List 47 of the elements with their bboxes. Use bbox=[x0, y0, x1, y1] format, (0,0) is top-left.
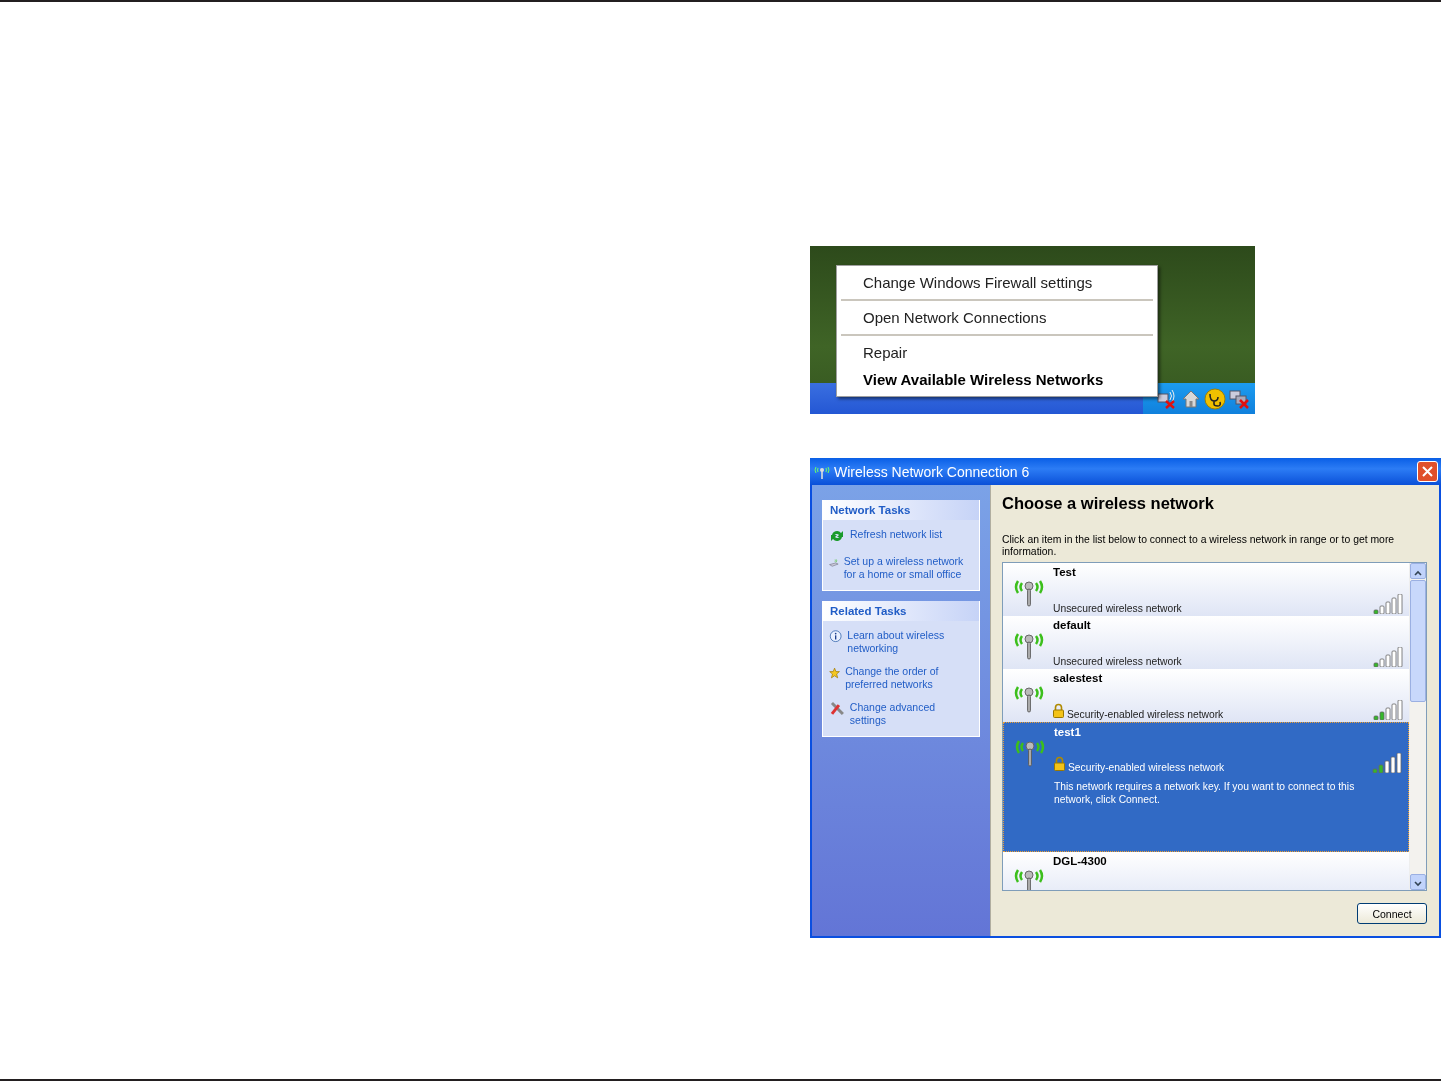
network-name: default bbox=[1053, 619, 1092, 631]
signal-strength-icon bbox=[1372, 753, 1402, 773]
network-security-status: Unsecured wireless network bbox=[1053, 656, 1182, 667]
caret-down-icon bbox=[1414, 881, 1422, 887]
menu-item[interactable]: View Available Wireless Networks bbox=[841, 366, 1153, 393]
wireless-disconnected-icon[interactable] bbox=[1156, 388, 1178, 409]
network-name: Test bbox=[1053, 566, 1077, 578]
task-link[interactable]: Change the order of preferred networks bbox=[845, 665, 973, 690]
scroll-up-button[interactable] bbox=[1410, 563, 1426, 579]
signal-strength-icon bbox=[1373, 594, 1403, 614]
refresh-icon bbox=[829, 528, 845, 544]
task-group-title: Network Tasks bbox=[823, 500, 979, 520]
menu-item[interactable]: Open Network Connections bbox=[841, 304, 1153, 331]
close-button[interactable] bbox=[1417, 461, 1438, 482]
network-security-status: Security-enabled wireless network bbox=[1067, 709, 1224, 720]
stethoscope-icon[interactable] bbox=[1204, 387, 1226, 410]
menu-item[interactable]: Change Windows Firewall settings bbox=[841, 269, 1153, 296]
connect-button[interactable]: Connect bbox=[1357, 903, 1427, 924]
padlock-icon bbox=[1054, 756, 1065, 771]
instructions-text: Click an item in the list below to connect to a wireless network in range or to get more information. bbox=[1002, 534, 1396, 558]
close-icon bbox=[1422, 466, 1433, 477]
network-disconnected-icon[interactable] bbox=[1229, 388, 1251, 409]
task-group-title: Related Tasks bbox=[823, 601, 979, 621]
caret-up-icon bbox=[1414, 570, 1422, 576]
info-icon bbox=[829, 629, 843, 645]
menu-item[interactable]: Repair bbox=[841, 339, 1153, 366]
antenna-icon bbox=[813, 464, 831, 479]
network-name: DGL-4300 bbox=[1053, 855, 1108, 867]
network-name: salestest bbox=[1053, 672, 1104, 684]
task-link[interactable]: Learn about wireless networking bbox=[847, 629, 973, 654]
star-icon bbox=[829, 665, 841, 681]
signal-strength-icon bbox=[1373, 647, 1403, 667]
signal-strength-icon bbox=[1373, 700, 1403, 720]
scrollbar[interactable] bbox=[1409, 563, 1426, 890]
task-link[interactable]: Change advanced settings bbox=[849, 701, 973, 726]
scroll-down-button[interactable] bbox=[1410, 874, 1426, 890]
network-details-text: This network requires a network key. If you want to connect to this network, click Connect. bbox=[1054, 781, 1356, 806]
network-list-item[interactable]: test1 Security-enabled wireless network This network requires a network key. If you want to connect to this network, click Connect. bbox=[1003, 722, 1409, 852]
padlock-icon bbox=[1053, 703, 1064, 718]
heading: Choose a wireless network bbox=[1002, 494, 1215, 513]
scroll-thumb[interactable] bbox=[1410, 580, 1426, 702]
network-name: test1 bbox=[1054, 726, 1082, 738]
network-security-status: Unsecured wireless network bbox=[1053, 603, 1182, 614]
network-security-status: Security-enabled wireless network bbox=[1068, 762, 1225, 773]
task-link[interactable]: Refresh network list bbox=[850, 528, 943, 541]
task-link[interactable]: Set up a wireless network for a home or small office bbox=[843, 555, 973, 580]
window-title: Wireless Network Connection 6 bbox=[834, 463, 1031, 480]
